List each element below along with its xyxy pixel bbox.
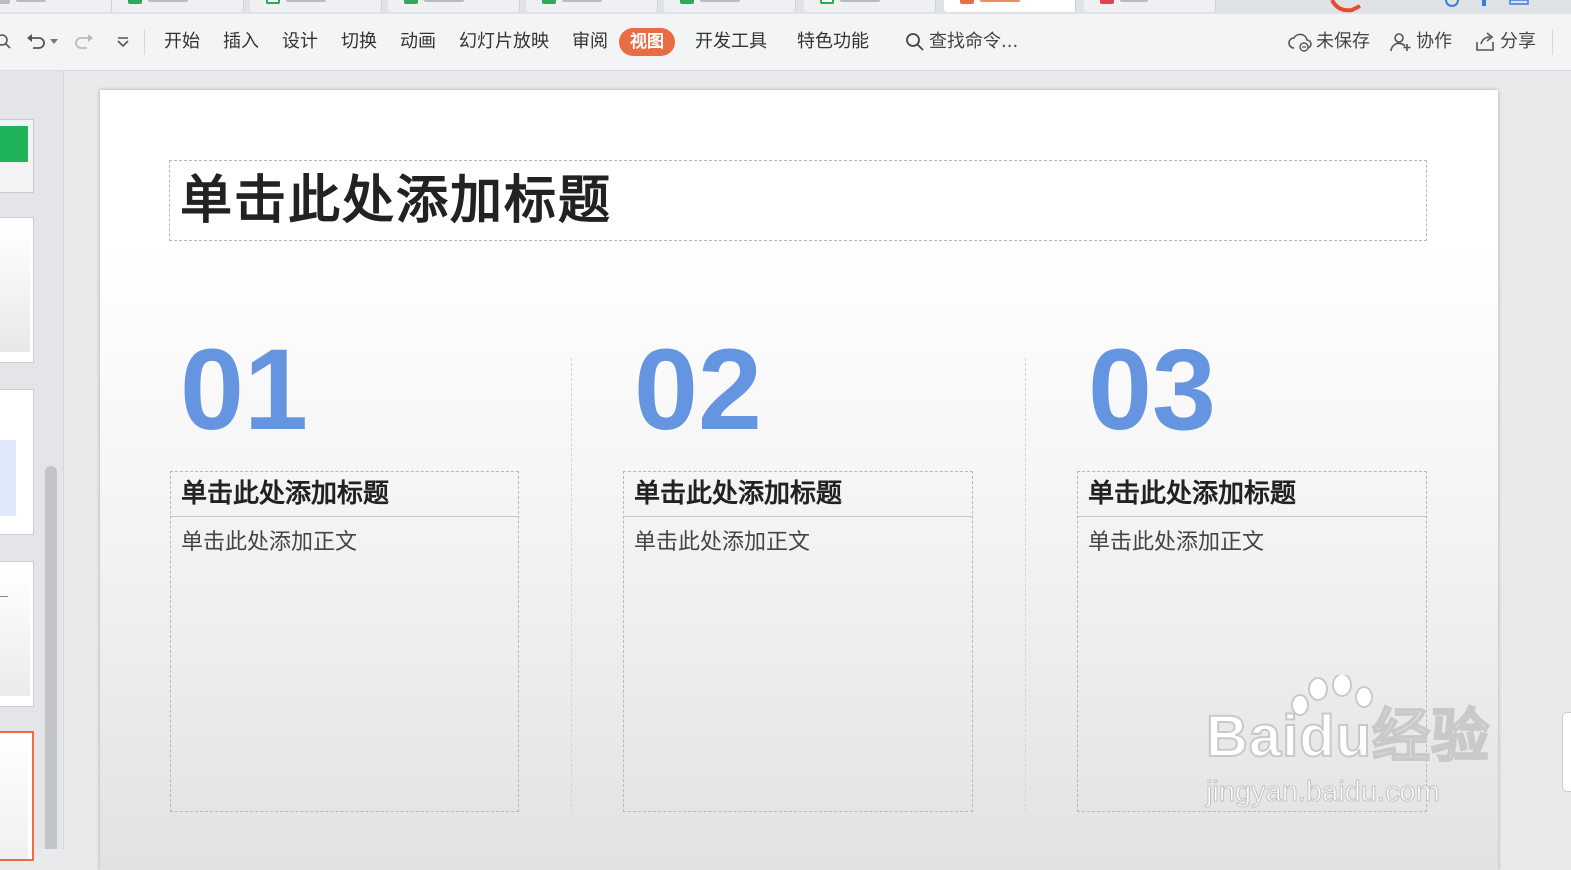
column-separator [1025, 358, 1026, 812]
sheet-file-icon [404, 0, 418, 4]
document-tab-strip [0, 0, 1571, 14]
titlebar-icons [1330, 0, 1529, 13]
thumbnail-preview [0, 226, 30, 352]
file-icon [0, 0, 10, 4]
column-body-3: 单击此处添加正文 [1088, 530, 1265, 555]
file-name [700, 0, 740, 2]
thumbnail-preview [0, 126, 28, 162]
menu-features[interactable]: 特色功能 [797, 28, 869, 56]
print-preview-icon[interactable] [0, 32, 14, 52]
menu-animation[interactable]: 动画 [400, 28, 436, 56]
menu-transition[interactable]: 切换 [341, 28, 377, 56]
user-add-icon [1390, 33, 1411, 52]
column-title-2: 单击此处添加标题 [634, 479, 843, 509]
file-name [286, 0, 326, 2]
search-icon [906, 33, 924, 51]
file-name [1120, 0, 1148, 2]
column-number-1: 01 [180, 326, 308, 454]
slide-title: 单击此处添加标题 [180, 171, 613, 231]
document-tab[interactable] [388, 0, 520, 12]
cloud-icon [1288, 33, 1312, 52]
file-name [16, 0, 46, 2]
undo-icon[interactable] [26, 32, 46, 52]
panel-scrollbar[interactable] [45, 466, 57, 849]
file-name [840, 0, 880, 2]
document-tab[interactable] [250, 0, 382, 12]
redo-icon[interactable] [74, 32, 94, 52]
share-icon [1476, 32, 1494, 51]
collaborate-label: 协作 [1416, 31, 1452, 52]
document-tab[interactable] [112, 0, 244, 12]
baidu-watermark: Baidu经验 jingyan.baidu.com [1200, 675, 1500, 815]
column-placeholder-1[interactable]: 单击此处添加标题 单击此处添加正文 [170, 471, 519, 812]
customize-toolbar-icon[interactable] [113, 32, 133, 52]
thumbnail-preview [0, 440, 16, 516]
thumbnail-preview [0, 570, 30, 696]
search-command[interactable]: 查找命令... [905, 28, 1018, 56]
menu-view-active[interactable]: 视图 [619, 28, 675, 56]
share-label: 分享 [1500, 31, 1536, 52]
file-name [980, 0, 1020, 2]
column-separator [571, 358, 572, 812]
slide-thumbnail[interactable] [0, 119, 34, 193]
sheet-file-icon [820, 0, 834, 4]
menu-insert[interactable]: 插入 [223, 28, 259, 56]
share-button[interactable]: 分享 [1474, 28, 1536, 56]
menu-developer[interactable]: 开发工具 [695, 28, 767, 56]
unsaved-label: 未保存 [1316, 31, 1370, 52]
column-divider [624, 516, 972, 517]
document-tab[interactable] [664, 0, 796, 12]
sheet-file-icon [128, 0, 142, 4]
column-divider [1078, 516, 1426, 517]
slide-thumbnail[interactable] [0, 561, 34, 707]
file-name [562, 0, 602, 2]
document-tab[interactable] [526, 0, 658, 12]
column-placeholder-2[interactable]: 单击此处添加标题 单击此处添加正文 [623, 471, 973, 812]
sheet-file-icon [542, 0, 556, 4]
file-name [148, 0, 188, 2]
slide-thumbnail-panel [0, 71, 64, 861]
side-panel-toggle[interactable] [1562, 712, 1571, 792]
column-body-1: 单击此处添加正文 [181, 530, 358, 555]
sheet-file-icon [680, 0, 694, 4]
menu-review[interactable]: 审阅 [572, 28, 608, 56]
document-tab-active[interactable] [944, 0, 1076, 12]
slide-thumbnail[interactable] [0, 389, 34, 535]
collaborate-button[interactable]: 协作 [1390, 28, 1452, 56]
toolbar-separator [1552, 29, 1553, 55]
sheet-file-icon [266, 0, 280, 4]
watermark-url: jingyan.baidu.com [1206, 776, 1441, 809]
undo-dropdown-icon[interactable] [48, 32, 60, 52]
column-title-3: 单击此处添加标题 [1088, 479, 1297, 509]
thumbnail-preview [0, 739, 28, 859]
column-body-2: 单击此处添加正文 [634, 530, 811, 555]
document-tab[interactable] [1084, 0, 1216, 12]
document-tab[interactable] [804, 0, 936, 12]
menu-home[interactable]: 开始 [164, 28, 200, 56]
toolbar-separator [144, 29, 145, 55]
menu-bar: 开始 插入 设计 切换 动画 幻灯片放映 审阅 视图 开发工具 特色功能 查找命… [0, 14, 1571, 71]
column-divider [171, 516, 518, 517]
file-name [424, 0, 464, 2]
presentation-file-icon [960, 0, 974, 4]
column-title-1: 单击此处添加标题 [181, 479, 390, 509]
pdf-file-icon [1100, 0, 1114, 4]
title-placeholder[interactable]: 单击此处添加标题 [169, 160, 1427, 241]
menu-design[interactable]: 设计 [282, 28, 318, 56]
column-number-2: 02 [634, 326, 762, 454]
column-number-3: 03 [1088, 326, 1216, 454]
thumbnail-line [0, 596, 8, 597]
unsaved-button[interactable]: 未保存 [1288, 28, 1370, 56]
menu-slideshow[interactable]: 幻灯片放映 [459, 28, 549, 56]
slide-thumbnail-selected[interactable] [0, 731, 34, 861]
search-command-label: 查找命令... [929, 31, 1019, 52]
slide-thumbnail[interactable] [0, 217, 34, 363]
document-tab[interactable] [0, 0, 112, 12]
watermark-brand: Baidu经验 [1205, 704, 1491, 770]
